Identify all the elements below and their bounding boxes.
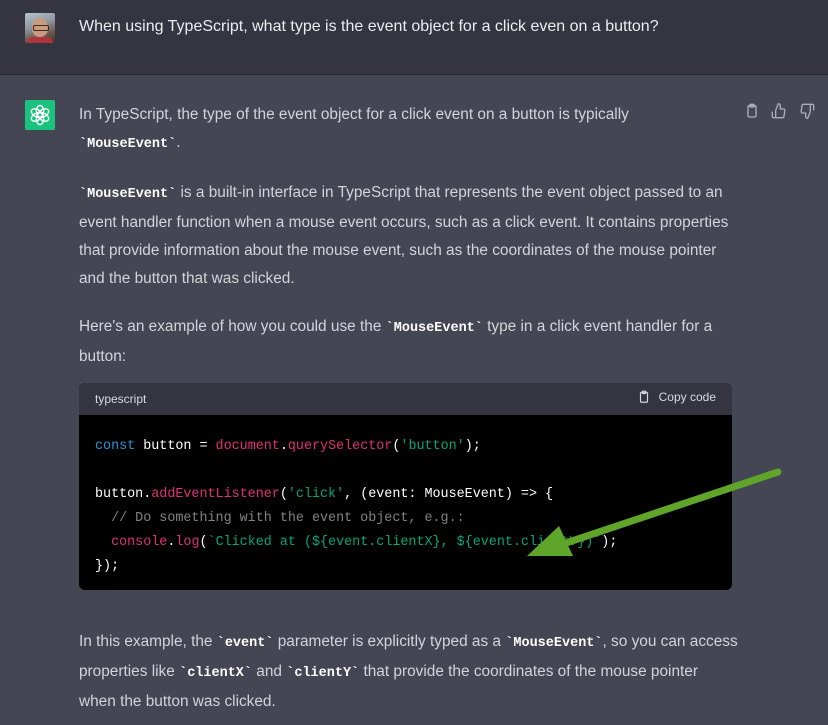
intro-text: In TypeScript, the type of the event obj… xyxy=(79,106,629,123)
inline-code: `MouseEvent` xyxy=(385,321,483,336)
example-paragraph: Here's an example of how you could use t… xyxy=(79,313,739,371)
copy-code-label: Copy code xyxy=(658,390,716,404)
green-arrow-annotation xyxy=(527,468,782,556)
clipboard-icon[interactable] xyxy=(744,103,760,119)
user-avatar xyxy=(25,13,55,43)
example-text: Here's an example of how you could use t… xyxy=(79,318,386,335)
code-language-label: typescript xyxy=(95,392,147,406)
user-question: When using TypeScript, what type is the … xyxy=(79,18,659,35)
conclusion-paragraph: In this example, the `event` parameter i… xyxy=(79,633,738,710)
clipboard-icon xyxy=(639,390,648,403)
description-paragraph: `MouseEvent` is a built-in interface in … xyxy=(79,179,739,293)
code-block-header: typescript Copy code xyxy=(79,383,732,415)
code-line: const button = document.querySelector('b… xyxy=(95,439,481,454)
user-message-row: When using TypeScript, what type is the … xyxy=(0,0,828,75)
assistant-message-row: In TypeScript, the type of the event obj… xyxy=(0,75,828,725)
inline-code: `clientX` xyxy=(179,666,253,681)
message-actions xyxy=(744,103,820,121)
thumbs-down-icon[interactable] xyxy=(799,103,815,119)
thumbs-up-icon[interactable] xyxy=(771,103,787,119)
intro-paragraph: In TypeScript, the type of the event obj… xyxy=(79,101,739,159)
assistant-response: In TypeScript, the type of the event obj… xyxy=(79,101,739,371)
inline-code: `MouseEvent` xyxy=(79,187,177,202)
inline-code: `event` xyxy=(216,636,274,651)
description-text: is a built-in interface in TypeScript th… xyxy=(79,184,729,287)
copy-code-button[interactable]: Copy code xyxy=(637,390,716,404)
inline-code: `MouseEvent` xyxy=(79,137,177,152)
openai-logo-icon xyxy=(25,100,55,130)
intro-period: . xyxy=(176,134,181,151)
inline-code: `clientY` xyxy=(286,666,360,681)
inline-code: `MouseEvent` xyxy=(505,636,603,651)
